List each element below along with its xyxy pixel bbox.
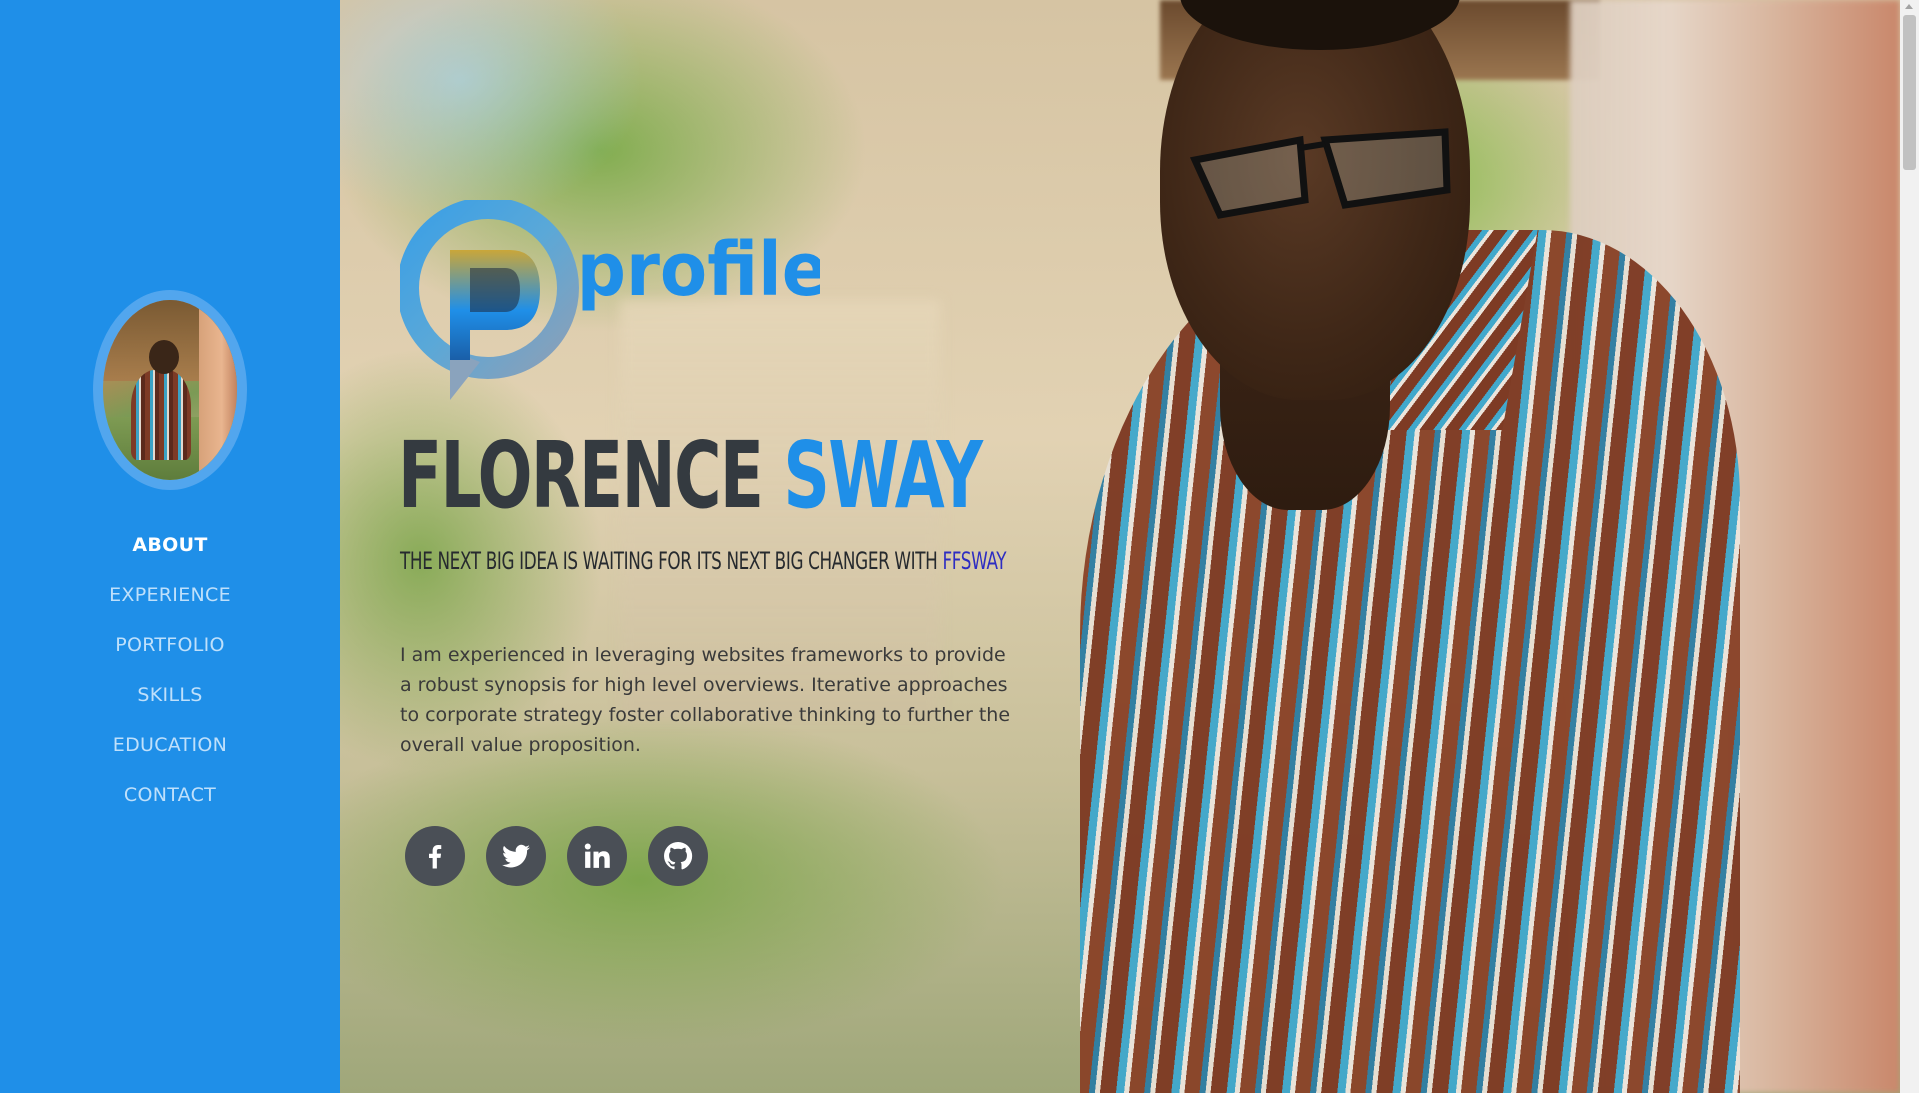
avatar-photo [103,300,237,480]
nav-item-education[interactable]: EDUCATION [0,720,340,770]
nav-item-about[interactable]: ABOUT [0,520,340,570]
hero-name: FLORENCE SWAY [398,430,983,522]
twitter-icon [502,844,530,868]
bio-paragraph: I am experienced in leveraging websites … [400,644,1011,756]
sidebar: ABOUT EXPERIENCE PORTFOLIO SKILLS EDUCAT… [0,0,340,1093]
linkedin-link[interactable] [567,826,627,886]
tagline-brand-link[interactable]: FFSWAY [942,547,1006,575]
facebook-icon [429,844,442,869]
nav-item-portfolio[interactable]: PORTFOLIO [0,620,340,670]
page-scrollbar[interactable] [1900,0,1919,1093]
glasses-shape [1189,128,1451,219]
last-name: SWAY [783,422,983,529]
nav-item-experience[interactable]: EXPERIENCE [0,570,340,620]
scrollbar-thumb[interactable] [1903,15,1916,170]
scroll-up-arrow-icon[interactable] [1905,4,1913,9]
page: ABOUT EXPERIENCE PORTFOLIO SKILLS EDUCAT… [0,0,1919,1093]
avatar [93,290,247,490]
tagline-text: THE NEXT BIG IDEA IS WAITING FOR ITS NEX… [400,547,938,575]
linkedin-icon [584,843,610,868]
about-section: profile FLORENCE SWAY THE NEXT BIG IDEA … [398,0,1040,1093]
nav-item-skills[interactable]: SKILLS [0,670,340,720]
github-link[interactable] [648,826,708,886]
github-icon [664,841,693,870]
twitter-link[interactable] [486,826,546,886]
nav-item-contact[interactable]: CONTACT [0,770,340,820]
sidebar-nav: ABOUT EXPERIENCE PORTFOLIO SKILLS EDUCAT… [0,520,340,820]
tagline: THE NEXT BIG IDEA IS WAITING FOR ITS NEX… [400,547,1007,575]
first-name: FLORENCE [398,422,764,529]
facebook-link[interactable] [405,826,465,886]
profile-logo: profile [400,200,820,400]
logo-text: profile [577,227,820,313]
social-links [405,826,708,886]
